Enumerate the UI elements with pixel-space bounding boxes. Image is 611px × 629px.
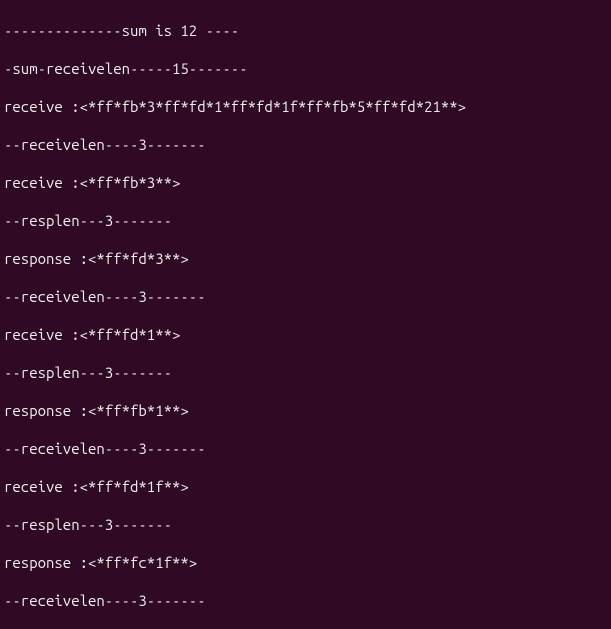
terminal-line: --receivelen----3------- xyxy=(4,591,607,610)
terminal-line: response :<*ff*fc*1f**> xyxy=(4,553,607,572)
terminal-line: receive :<*ff*fb*3*ff*fd*1*ff*fd*1f*ff*f… xyxy=(4,97,607,116)
terminal-line: --resplen---3------- xyxy=(4,211,607,230)
terminal-line: response :<*ff*fd*3**> xyxy=(4,249,607,268)
terminal-line: --receivelen----3------- xyxy=(4,135,607,154)
terminal-line: -sum-receivelen-----15------- xyxy=(4,59,607,78)
terminal-line: --resplen---3------- xyxy=(4,363,607,382)
terminal-output: --------------sum is 12 ---- -sum-receiv… xyxy=(0,0,611,629)
terminal-line: --resplen---3------- xyxy=(4,515,607,534)
terminal-line: --------------sum is 12 ---- xyxy=(4,21,607,40)
terminal-line: --receivelen----3------- xyxy=(4,439,607,458)
terminal-line: --receivelen----3------- xyxy=(4,287,607,306)
terminal-line: receive :<*ff*fd*1f**> xyxy=(4,477,607,496)
terminal-line: receive :<*ff*fd*1**> xyxy=(4,325,607,344)
terminal-line: response :<*ff*fb*1**> xyxy=(4,401,607,420)
terminal-line: receive :<*ff*fb*3**> xyxy=(4,173,607,192)
